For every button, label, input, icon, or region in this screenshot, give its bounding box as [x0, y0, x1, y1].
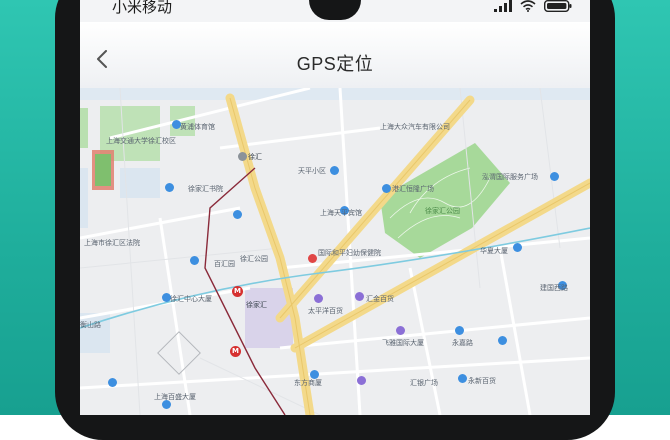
poi-marker[interactable] [165, 183, 174, 192]
map-label: 徐汇公园 [240, 255, 268, 263]
phone-screen: 小米移动 GPS定位 M M 黄浦体育馆 上海交通大学徐汇校区 徐汇 天平小区 … [80, 0, 590, 415]
status-icons [494, 0, 572, 14]
metro-station-marker[interactable]: M [230, 346, 241, 357]
poi-marker[interactable] [513, 243, 522, 252]
metro-station-marker[interactable]: M [232, 286, 243, 297]
page-title: GPS定位 [296, 54, 374, 74]
map-label: 太平洋百货 [308, 307, 343, 315]
map-label: 上海天平宾馆 [320, 209, 362, 217]
poi-marker[interactable] [355, 292, 364, 301]
map-label: 徐汇 [248, 153, 262, 161]
map-label: 徐家汇公园 [425, 207, 460, 215]
poi-marker[interactable] [330, 166, 339, 175]
poi-marker[interactable] [357, 376, 366, 385]
poi-marker[interactable] [396, 326, 405, 335]
map-label: 汇银广场 [410, 379, 438, 387]
poi-marker[interactable] [498, 336, 507, 345]
map-label: 永新百货 [468, 377, 496, 385]
poi-marker[interactable] [308, 254, 317, 263]
signal-icon [494, 0, 512, 12]
poi-marker[interactable] [190, 256, 199, 265]
map-label: 汇金百货 [366, 295, 394, 303]
map-view[interactable]: M M 黄浦体育馆 上海交通大学徐汇校区 徐汇 天平小区 上海大众汽车有限公司 … [80, 88, 590, 415]
map-label: 国际和平妇幼保健院 [318, 249, 381, 257]
poi-marker[interactable] [455, 326, 464, 335]
map-label: 华夏大厦 [480, 247, 508, 255]
map-label: 飞雅国际大厦 [382, 339, 424, 347]
map-label: 泓渭国际服务广场 [482, 173, 538, 181]
map-label: 上海百盛大厦 [154, 393, 196, 401]
map-label: 港汇恒隆广场 [392, 185, 434, 193]
map-label: 上海市徐汇区法院 [84, 239, 140, 247]
poi-marker[interactable] [458, 374, 467, 383]
carrier-name: 小米移动 [112, 0, 173, 16]
battery-icon [544, 0, 572, 12]
poi-marker[interactable] [382, 184, 391, 193]
wifi-icon [520, 0, 536, 12]
poi-marker[interactable] [550, 172, 559, 181]
map-label: 徐家汇书院 [188, 185, 223, 193]
map-label: 黄浦体育馆 [180, 123, 215, 131]
poi-marker[interactable] [108, 378, 117, 387]
map-label: 百汇园 [214, 260, 235, 268]
map-label: 东方商厦 [294, 379, 322, 387]
map-label: 建国西路 [540, 284, 568, 292]
map-label: 上海大众汽车有限公司 [380, 123, 450, 131]
map-label: 徐汇中心大厦 [170, 295, 212, 303]
map-label: 衡山路 [80, 321, 101, 329]
poi-marker[interactable] [238, 152, 247, 161]
map-label: 徐家汇 [246, 301, 267, 309]
poi-marker[interactable] [233, 210, 242, 219]
map-label: 天平小区 [298, 167, 326, 175]
map-label: 上海交通大学徐汇校区 [106, 137, 176, 145]
map-label: 永嘉路 [452, 339, 473, 347]
nav-bar: GPS定位 [80, 22, 590, 88]
poi-marker[interactable] [314, 294, 323, 303]
